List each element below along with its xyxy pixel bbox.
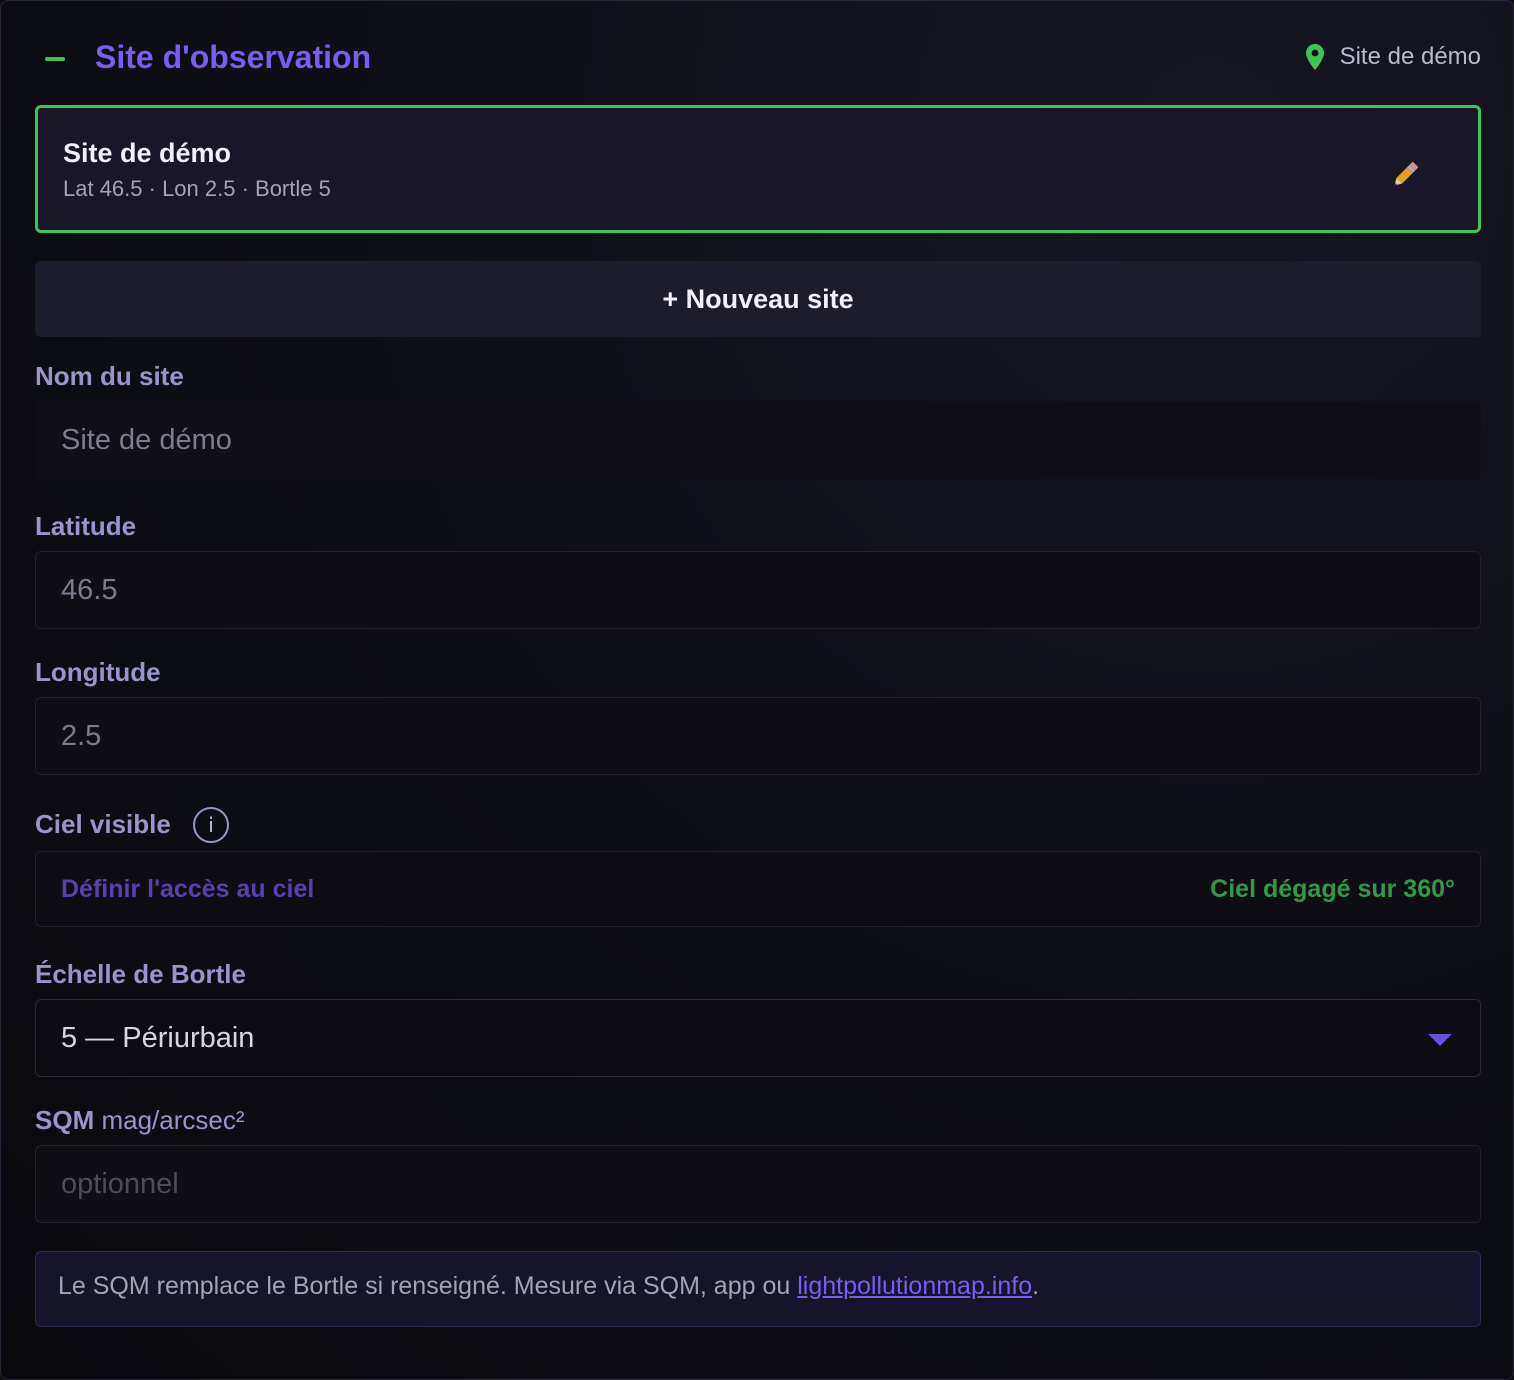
latitude-label: Latitude <box>35 511 137 541</box>
site-card-meta: Lat 46.5 · Lon 2.5 · Bortle 5 <box>63 176 331 201</box>
sqm-unit: mag/arcsec² <box>101 1105 245 1135</box>
caret-down-icon[interactable] <box>1428 1034 1452 1046</box>
sqm-label: SQM mag/arcsec² <box>35 1105 245 1136</box>
longitude-input[interactable] <box>36 698 1480 774</box>
sky-label: Ciel visible <box>35 809 171 839</box>
minus-icon[interactable] <box>45 57 65 61</box>
bortle-label: Échelle de Bortle <box>35 959 246 989</box>
latitude-input[interactable] <box>36 552 1480 628</box>
sky-status-text: Ciel dégagé sur 360° <box>1210 875 1455 903</box>
note-text: Le SQM remplace le Bortle si renseigné. … <box>58 1272 798 1300</box>
latitude-field[interactable] <box>35 551 1481 629</box>
sqm-info-note: Le SQM remplace le Bortle si renseigné. … <box>35 1251 1481 1327</box>
pencil-icon[interactable] <box>1388 158 1422 192</box>
bortle-select[interactable]: 5 — Périurbain <box>35 999 1481 1077</box>
sqm-label-text: SQM <box>35 1105 95 1135</box>
lightpollutionmap-link[interactable]: lightpollutionmap.info <box>797 1272 1032 1300</box>
current-site-indicator: Site de démo <box>1305 43 1481 71</box>
site-name-input[interactable] <box>36 402 1480 478</box>
panel-title: Site d'observation <box>95 39 372 75</box>
define-sky-access-link[interactable]: Définir l'accès au ciel <box>61 875 314 904</box>
site-card-name: Site de démo <box>63 138 232 168</box>
longitude-label: Longitude <box>35 657 161 687</box>
note-suffix: . <box>1032 1272 1040 1300</box>
site-name-label: Nom du site <box>35 361 184 391</box>
bortle-selected-value: 5 — Périurbain <box>61 1022 255 1054</box>
sqm-input[interactable] <box>36 1146 1480 1222</box>
longitude-field[interactable] <box>35 697 1481 775</box>
new-site-button[interactable]: + Nouveau site <box>35 261 1481 337</box>
map-pin-icon <box>1305 44 1324 70</box>
observation-site-panel: Site d'observation Site de démo Site de … <box>0 0 1514 1380</box>
site-name-field[interactable] <box>35 401 1481 479</box>
panel-header[interactable]: Site d'observation Site de démo <box>35 31 1481 85</box>
sqm-field[interactable] <box>35 1145 1481 1223</box>
site-card-selected[interactable]: Site de démo Lat 46.5 · Lon 2.5 · Bortle… <box>35 105 1481 233</box>
current-site-name: Site de démo <box>1339 43 1481 70</box>
sky-access-field[interactable]: Définir l'accès au ciel Ciel dégagé sur … <box>35 851 1481 927</box>
info-icon[interactable]: i <box>193 807 229 843</box>
